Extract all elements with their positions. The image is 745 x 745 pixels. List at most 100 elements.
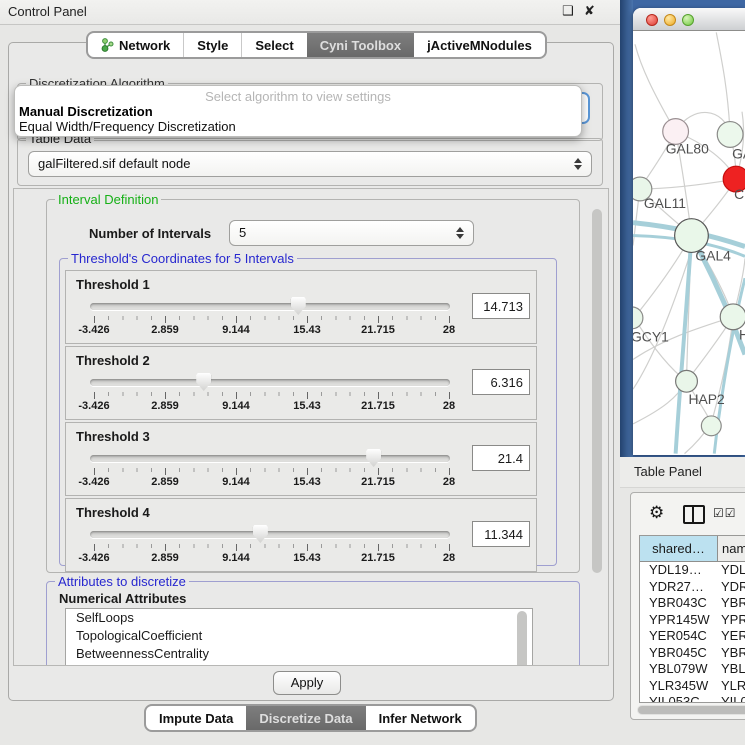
mac-close-icon[interactable] xyxy=(646,14,658,26)
threshold-3-row: Threshold 3 -3.4262.8599.14415.4321.7152… xyxy=(65,422,537,496)
tab-discretize-data-label: Discretize Data xyxy=(259,711,352,726)
tab-style-label: Style xyxy=(197,38,228,53)
threshold-2-slider-track[interactable] xyxy=(90,379,450,386)
table-row[interactable]: YER054CYER05 xyxy=(640,628,745,645)
slider-ticks xyxy=(94,468,451,475)
tab-impute-data-label: Impute Data xyxy=(159,711,233,726)
cell-name[interactable]: YLR34 xyxy=(717,678,745,695)
network-canvas[interactable]: GAL80GACGAL11GAL4GCY1HHAP2 xyxy=(633,31,745,455)
numerical-attributes-list[interactable]: SelfLoopsTopologicalCoefficientBetweenne… xyxy=(65,608,533,666)
tab-impute-data[interactable]: Impute Data xyxy=(146,706,246,730)
cell-shared-name[interactable]: YDL19… xyxy=(640,562,717,579)
network-node[interactable] xyxy=(701,416,721,436)
number-of-intervals-select[interactable]: 5 xyxy=(229,220,474,246)
network-node-label: GAL4 xyxy=(695,247,731,263)
split-columns-icon[interactable] xyxy=(683,505,705,524)
threshold-2-slider-thumb[interactable] xyxy=(196,373,211,391)
table-horizontal-scrollbar[interactable] xyxy=(637,705,745,715)
threshold-3-label: Threshold 3 xyxy=(76,429,150,444)
gear-icon[interactable]: ⚙ xyxy=(649,503,664,523)
threshold-4-slider-thumb[interactable] xyxy=(253,525,268,543)
slider-tick-label: 28 xyxy=(443,324,455,336)
cell-name[interactable]: YDR27 xyxy=(717,579,745,596)
slider-tick-labels: -3.4262.8599.14415.4321.71528 xyxy=(94,400,451,413)
cell-shared-name[interactable]: YBL079W xyxy=(640,661,717,678)
threshold-2-value-field[interactable]: 6.316 xyxy=(472,369,530,395)
cell-shared-name[interactable]: YPR145W xyxy=(640,612,717,629)
table-row[interactable]: YBR045CYBR04 xyxy=(640,645,745,662)
list-vertical-scrollbar[interactable] xyxy=(517,611,527,666)
table-panel: ⚙ ☑☑ shared… name YDL19…YDL19YDR27…YDR27… xyxy=(630,492,745,720)
cell-name[interactable]: YDL19 xyxy=(717,562,745,579)
column-header-shared-name[interactable]: shared… xyxy=(640,536,718,561)
cell-name[interactable]: YBR04 xyxy=(717,595,745,612)
table-row[interactable]: YBR043CYBR04 xyxy=(640,595,745,612)
threshold-4-value-field[interactable]: 11.344 xyxy=(472,521,530,547)
cell-name[interactable]: YIL05 xyxy=(717,694,745,703)
slider-tick-label: 2.859 xyxy=(151,476,179,488)
cell-shared-name[interactable]: YER054C xyxy=(640,628,717,645)
network-edge-thick[interactable] xyxy=(676,236,692,454)
tab-jactivemnodules[interactable]: jActiveMNodules xyxy=(414,33,545,57)
cell-name[interactable]: YPR14 xyxy=(717,612,745,629)
network-node[interactable] xyxy=(633,307,643,329)
attribute-list-item[interactable]: TopologicalCoefficient xyxy=(66,627,532,645)
settings-vertical-scrollbar[interactable] xyxy=(592,209,602,573)
threshold-1-value-field[interactable]: 14.713 xyxy=(472,293,530,319)
close-icon[interactable]: ✘ xyxy=(584,3,595,19)
cell-shared-name[interactable]: YLR345W xyxy=(640,678,717,695)
threshold-1-slider-track[interactable] xyxy=(90,303,450,310)
table-row[interactable]: YLR345WYLR34 xyxy=(640,678,745,695)
scrollbar-thumb[interactable] xyxy=(638,706,745,714)
network-node[interactable] xyxy=(717,122,743,148)
cell-name[interactable]: YBL07 xyxy=(717,661,745,678)
cell-shared-name[interactable]: YBR043C xyxy=(640,595,717,612)
number-of-intervals-label: Number of Intervals xyxy=(89,226,211,241)
cell-shared-name[interactable]: YIL053C xyxy=(640,694,717,703)
threshold-1-slider-thumb[interactable] xyxy=(291,297,306,315)
cell-name[interactable]: YBR04 xyxy=(717,645,745,662)
network-edge[interactable] xyxy=(635,44,676,131)
algorithm-option-equal-width[interactable]: Equal Width/Frequency Discretization xyxy=(19,119,236,134)
algorithm-option-manual[interactable]: Manual Discretization xyxy=(19,104,153,119)
table-row[interactable]: YPR145WYPR14 xyxy=(640,612,745,629)
tab-network[interactable]: Network xyxy=(88,33,183,57)
tab-discretize-data[interactable]: Discretize Data xyxy=(246,706,365,730)
column-header-name[interactable]: name xyxy=(718,536,745,561)
float-window-icon[interactable]: ❑ xyxy=(562,3,574,19)
tab-select[interactable]: Select xyxy=(241,33,306,57)
mac-zoom-icon[interactable] xyxy=(682,14,694,26)
interval-definition-group: Interval Definition Number of Intervals … xyxy=(46,199,580,573)
table-row[interactable]: YBL079WYBL07 xyxy=(640,661,745,678)
tab-style[interactable]: Style xyxy=(183,33,241,57)
cell-shared-name[interactable]: YDR27… xyxy=(640,579,717,596)
network-node[interactable] xyxy=(676,370,698,392)
tab-cyni-toolbox[interactable]: Cyni Toolbox xyxy=(307,33,414,57)
numerical-attributes-label: Numerical Attributes xyxy=(59,591,186,606)
slider-tick-label: 15.43 xyxy=(293,476,321,488)
cell-shared-name[interactable]: YBR045C xyxy=(640,645,717,662)
cell-name[interactable]: YER05 xyxy=(717,628,745,645)
threshold-3-slider-track[interactable] xyxy=(90,455,450,462)
threshold-3-slider-thumb[interactable] xyxy=(366,449,381,467)
table-row[interactable]: YIL053CYIL05 xyxy=(640,694,745,703)
tab-infer-network[interactable]: Infer Network xyxy=(366,706,475,730)
slider-tick-label: 28 xyxy=(443,552,455,564)
select-columns-icon[interactable]: ☑☑ xyxy=(713,506,737,520)
table-data-selected-value: galFiltered.sif default node xyxy=(38,156,190,171)
attribute-list-item[interactable]: SelfLoops xyxy=(66,609,532,627)
threshold-3-value-field[interactable]: 21.4 xyxy=(472,445,530,471)
table-row[interactable]: YDR27…YDR27 xyxy=(640,579,745,596)
attribute-list-item[interactable]: BetweennessCentrality xyxy=(66,645,532,663)
threshold-4-slider-track[interactable] xyxy=(90,531,450,538)
apply-button[interactable]: Apply xyxy=(273,671,341,695)
network-edge[interactable] xyxy=(716,32,730,134)
slider-tick-labels: -3.4262.8599.14415.4321.71528 xyxy=(94,324,451,337)
mac-minimize-icon[interactable] xyxy=(664,14,676,26)
network-edge[interactable] xyxy=(640,179,736,189)
network-window-titlebar xyxy=(633,8,745,31)
table-row[interactable]: YDL19…YDL19 xyxy=(640,562,745,579)
table-data-select[interactable]: galFiltered.sif default node xyxy=(28,151,592,177)
network-edge[interactable] xyxy=(634,318,687,381)
cyni-toolbox-panel: Discretization Algorithm Table Data galF… xyxy=(8,42,614,701)
